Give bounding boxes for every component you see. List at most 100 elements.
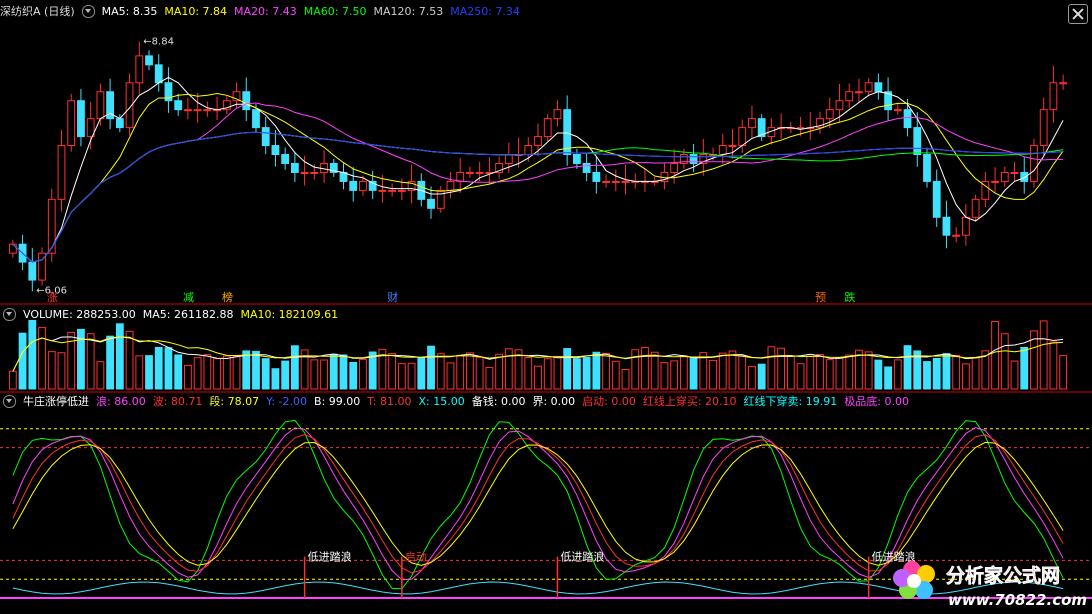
volume-bar bbox=[767, 346, 776, 390]
volume-bar bbox=[825, 359, 834, 390]
candle-body bbox=[1010, 171, 1019, 174]
volume-bar bbox=[145, 355, 153, 390]
volume-bar bbox=[816, 354, 824, 390]
candle-body bbox=[359, 180, 367, 191]
volume-bar bbox=[106, 335, 115, 390]
candle-body bbox=[1000, 171, 1009, 182]
signal-annotation: 启动 bbox=[405, 550, 427, 563]
signal-annotation: 低进踏浪 bbox=[308, 549, 352, 563]
candle-body bbox=[748, 118, 756, 129]
candle-body bbox=[184, 109, 192, 112]
volume-bar bbox=[232, 356, 241, 390]
volume-bar bbox=[320, 359, 328, 390]
volume-bar bbox=[689, 356, 698, 390]
volume-bar bbox=[563, 348, 572, 390]
candle-body bbox=[174, 100, 183, 111]
candle-body bbox=[903, 109, 912, 129]
candle-body bbox=[855, 91, 863, 94]
volume-bar bbox=[388, 353, 397, 390]
candle-body bbox=[28, 261, 37, 281]
candle-body bbox=[8, 243, 17, 254]
candle-body bbox=[1030, 145, 1038, 182]
candle-body bbox=[738, 127, 747, 147]
volume-bar bbox=[96, 361, 105, 390]
candle-body bbox=[77, 100, 85, 138]
volume-bar bbox=[213, 358, 221, 390]
volume-bar bbox=[1059, 355, 1068, 390]
candle-body bbox=[572, 154, 581, 164]
volume-bar bbox=[903, 345, 912, 390]
candle-body bbox=[466, 171, 474, 174]
volume-bar bbox=[222, 355, 231, 390]
volume-bar bbox=[466, 352, 474, 390]
volume-bar bbox=[709, 359, 717, 390]
candle-body bbox=[154, 64, 163, 84]
volume-bar bbox=[534, 365, 542, 390]
volume-bar bbox=[359, 359, 367, 390]
volume-bar bbox=[738, 355, 747, 390]
volume-bar bbox=[47, 351, 56, 390]
volume-bar bbox=[718, 352, 727, 390]
volume-bar bbox=[835, 357, 844, 390]
candle-body bbox=[825, 109, 834, 120]
candle-body bbox=[961, 216, 970, 236]
candle-body bbox=[893, 109, 902, 112]
candle-body bbox=[96, 91, 105, 120]
stock-chart[interactable]: ←8.84←6.06涨减榜财预跌低进踏浪 启动 低进踏浪 低进踏浪 bbox=[0, 0, 1092, 614]
volume-bar bbox=[592, 351, 601, 390]
candle-body bbox=[913, 127, 922, 156]
candle-body bbox=[397, 189, 406, 192]
volume-bar bbox=[543, 358, 552, 390]
site-logo: 分析家公式网 www.70822.com bbox=[893, 561, 1087, 609]
volume-bar bbox=[796, 363, 805, 390]
candle-body bbox=[952, 234, 961, 237]
volume-bar bbox=[602, 352, 610, 390]
candle-body bbox=[135, 55, 144, 84]
volume-bar bbox=[991, 321, 999, 390]
volume-bar bbox=[660, 362, 669, 390]
indicator-line bbox=[12, 441, 1064, 566]
candle-body bbox=[145, 55, 153, 66]
volume-bar bbox=[572, 358, 581, 390]
volume-bar bbox=[806, 355, 815, 390]
volume-bar bbox=[281, 360, 290, 390]
volume-bar bbox=[757, 363, 766, 390]
logo-url: www.70822.com bbox=[948, 591, 1087, 609]
volume-bar bbox=[495, 353, 504, 390]
volume-bar bbox=[641, 346, 649, 390]
volume-bar bbox=[611, 360, 620, 390]
candle-body bbox=[611, 180, 620, 183]
candle-body bbox=[1059, 82, 1068, 85]
volume-bar bbox=[786, 355, 795, 390]
volume-bar bbox=[864, 351, 873, 390]
volume-bar bbox=[874, 359, 883, 390]
volume-bar bbox=[349, 361, 358, 390]
candle-body bbox=[1039, 109, 1048, 147]
candle-body bbox=[874, 82, 883, 93]
candle-body bbox=[261, 127, 270, 147]
volume-bar bbox=[154, 346, 163, 390]
volume-bar bbox=[125, 330, 134, 390]
volume-bar bbox=[193, 357, 202, 390]
candle-body bbox=[718, 145, 727, 156]
candle-body bbox=[543, 118, 552, 138]
volume-bar bbox=[184, 364, 192, 390]
volume-bar bbox=[242, 350, 251, 390]
candle-body bbox=[845, 91, 854, 102]
candle-body bbox=[242, 91, 251, 111]
volume-bar bbox=[86, 333, 95, 390]
volume-bar bbox=[1020, 346, 1029, 390]
volume-bar bbox=[475, 356, 484, 390]
candle-body bbox=[57, 145, 66, 200]
volume-bar bbox=[923, 361, 931, 390]
volume-bar bbox=[407, 362, 416, 390]
candle-body bbox=[991, 180, 999, 183]
candle-body bbox=[553, 109, 562, 120]
candle-body bbox=[1049, 82, 1058, 111]
candle-body bbox=[621, 180, 630, 183]
candle-body bbox=[602, 180, 610, 183]
volume-bar bbox=[1049, 341, 1058, 390]
candle-body bbox=[388, 189, 397, 192]
candle-body bbox=[670, 162, 679, 173]
candle-body bbox=[290, 162, 299, 173]
